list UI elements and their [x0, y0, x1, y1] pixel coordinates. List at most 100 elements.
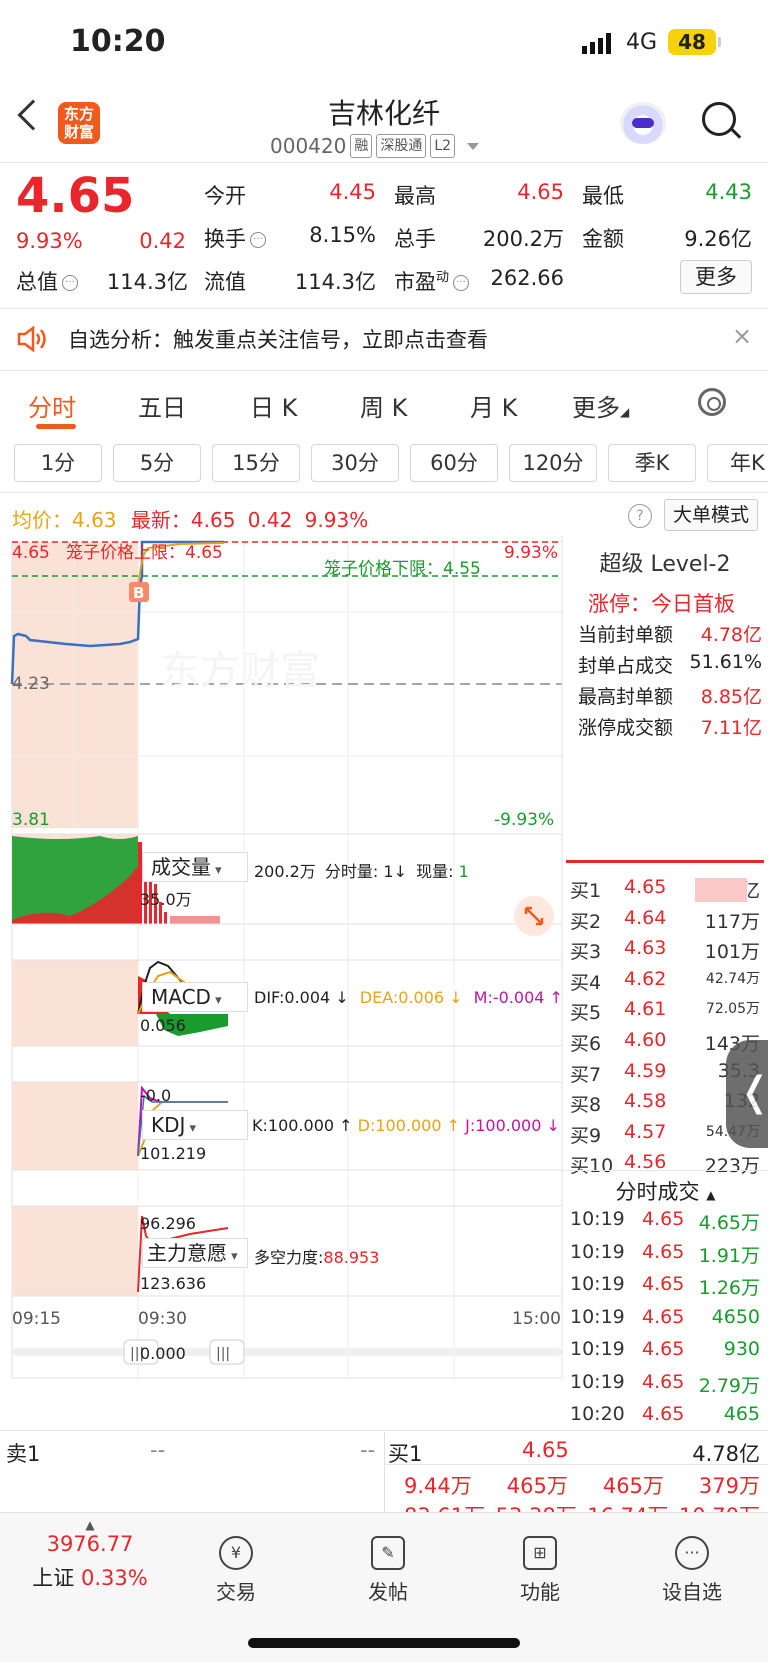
- bid-row[interactable]: 买3 4.63 101万: [570, 937, 766, 964]
- pe-label[interactable]: 市盈动 ···: [394, 266, 470, 296]
- ticks-divider: [563, 1170, 768, 1171]
- bid-volume: 42.74万: [705, 970, 760, 987]
- tick-time: 10:19: [570, 1273, 625, 1295]
- network-label: 4G: [626, 30, 658, 55]
- bid-price: 4.59: [624, 1059, 667, 1082]
- kdj-info: K:100.000 ↑ D:100.000 ↑ J:100.000 ↓: [252, 1116, 560, 1135]
- chevron-down-icon: [467, 142, 480, 150]
- limit-up-status: 涨停：今日首板: [588, 592, 735, 616]
- tick-row: 10:20 4.65 465: [570, 1403, 760, 1425]
- indicator-volume-select[interactable]: 成交量: [142, 852, 248, 882]
- kdj-bottom: 96.296: [140, 1214, 196, 1233]
- low-label: 最低: [582, 184, 624, 208]
- tab-fenshi[interactable]: 分时: [28, 388, 76, 423]
- tick-time: 10:19: [570, 1240, 625, 1263]
- volume-max: 35.0万: [140, 890, 192, 909]
- orderbook-divider: [0, 1430, 768, 1431]
- more-dots-icon: ···: [675, 1536, 709, 1570]
- signal-icon: [582, 32, 622, 54]
- tab-add-watch[interactable]: ··· 设自选: [642, 1536, 742, 1605]
- expand-icon[interactable]: [514, 896, 554, 936]
- buy-queue-row: 9.44万 465万 465万 379万: [404, 1474, 760, 1498]
- time-start: 09:15: [12, 1309, 61, 1329]
- stock-subtitle[interactable]: 000420 融 深股通 L2: [270, 134, 480, 158]
- bid-price: 4.63: [624, 937, 667, 960]
- tab-day-k[interactable]: 日 K: [250, 388, 297, 423]
- tab-5day[interactable]: 五日: [138, 388, 186, 423]
- period-year-k[interactable]: 年K: [707, 444, 768, 482]
- bid-label: 买10: [570, 1155, 614, 1178]
- period-60min[interactable]: 60分: [410, 444, 498, 482]
- period-season-k[interactable]: 季K: [608, 444, 696, 482]
- tick-volume: 1.91万: [698, 1244, 760, 1267]
- bid-row[interactable]: 买5 4.61 72.05万: [570, 998, 766, 1025]
- tick-price: 4.65: [642, 1273, 685, 1295]
- period-5min[interactable]: 5分: [113, 444, 201, 482]
- tick-row: 10:19 4.65 1.91万: [570, 1241, 760, 1268]
- tab-underline: [36, 424, 76, 429]
- stock-code: 000420: [270, 134, 347, 158]
- tick-row: 10:19 4.65 1.26万: [570, 1273, 760, 1300]
- price-line-info: 均价：4.63 最新：4.65 0.42 9.93%: [12, 508, 369, 532]
- indicator-kdj-select[interactable]: KDJ: [142, 1110, 248, 1140]
- tab-week-k[interactable]: 周 K: [360, 388, 407, 423]
- bid-label: 买5: [570, 1002, 602, 1025]
- close-icon[interactable]: ×: [732, 322, 752, 350]
- side-drawer-handle[interactable]: ❬: [726, 1040, 768, 1148]
- tab-month-k[interactable]: 月 K: [470, 388, 517, 423]
- mktcap-label[interactable]: 总值 ···: [16, 266, 78, 296]
- level2-row: 封单占成交 51.61%: [578, 651, 762, 677]
- gear-icon[interactable]: [698, 388, 726, 416]
- robot-assistant-icon[interactable]: [620, 102, 666, 144]
- macd-bottom: -0.0: [140, 1086, 172, 1105]
- period-120min[interactable]: 120分: [509, 444, 597, 482]
- level2-row: 涨停成交额 7.11亿: [578, 717, 762, 739]
- bid-volume: 223万: [704, 1155, 760, 1178]
- turnover-label[interactable]: 换手 ···: [204, 223, 266, 253]
- tick-volume: 4650: [711, 1305, 760, 1328]
- watermark: 东方财富: [160, 648, 320, 694]
- tick-volume: 1.26万: [698, 1277, 760, 1299]
- grid-icon: ⊞: [523, 1536, 557, 1570]
- period-30min[interactable]: 30分: [311, 444, 399, 482]
- help-icon[interactable]: ?: [628, 504, 652, 528]
- kdj-top: 101.219: [140, 1144, 207, 1163]
- sell1-price: --: [150, 1438, 166, 1462]
- info-icon: ···: [453, 275, 470, 291]
- banner-text[interactable]: 自选分析：触发重点关注信号，立即点击查看: [68, 324, 488, 354]
- more-button[interactable]: 更多: [680, 260, 752, 294]
- index-ticker[interactable]: ▲ 3976.77 上证 0.33%: [20, 1518, 160, 1592]
- home-indicator: [248, 1638, 520, 1648]
- bid1-highlight: [695, 878, 747, 902]
- tab-function[interactable]: ⊞ 功能: [490, 1536, 590, 1605]
- bid-price: 4.57: [624, 1120, 667, 1143]
- tick-price: 4.65: [642, 1240, 685, 1263]
- bid-row[interactable]: 买4 4.62 42.74万: [570, 968, 766, 995]
- turnover-value: 8.15%: [309, 223, 376, 247]
- open-label: 今开: [204, 184, 246, 208]
- level2-separator: [566, 860, 764, 863]
- float-label: 流值: [204, 270, 246, 294]
- bid-label: 买1: [570, 880, 602, 902]
- big-order-mode-button[interactable]: 大单模式: [664, 499, 758, 531]
- tab-more[interactable]: 更多◢: [572, 388, 629, 423]
- yen-icon: ¥: [219, 1536, 253, 1570]
- period-15min[interactable]: 15分: [212, 444, 300, 482]
- tab-trade[interactable]: ¥ 交易: [186, 1536, 286, 1605]
- macd-top: 0.056: [140, 1016, 186, 1035]
- period-1min[interactable]: 1分: [14, 444, 102, 482]
- float-value: 114.3亿: [294, 270, 376, 294]
- tick-volume: 2.79万: [698, 1374, 760, 1397]
- info-icon: ···: [62, 275, 78, 291]
- level2-title: 超级 Level-2: [599, 552, 731, 577]
- tick-time: 10:19: [570, 1305, 625, 1328]
- bid-row[interactable]: 买2 4.64 117万: [570, 907, 766, 934]
- time-scrollbar: [12, 1348, 562, 1356]
- indicator-zl-select[interactable]: 主力意愿: [142, 1238, 248, 1268]
- tab-post[interactable]: ✎ 发帖: [338, 1536, 438, 1605]
- ticks-title[interactable]: 分时成交 ▲: [563, 1176, 768, 1206]
- indicator-macd-select[interactable]: MACD: [142, 982, 248, 1012]
- volume-value: 200.2万: [482, 227, 564, 251]
- buy1-price: 4.65: [522, 1438, 569, 1462]
- bid-row[interactable]: 买10 4.56 223万: [570, 1151, 766, 1178]
